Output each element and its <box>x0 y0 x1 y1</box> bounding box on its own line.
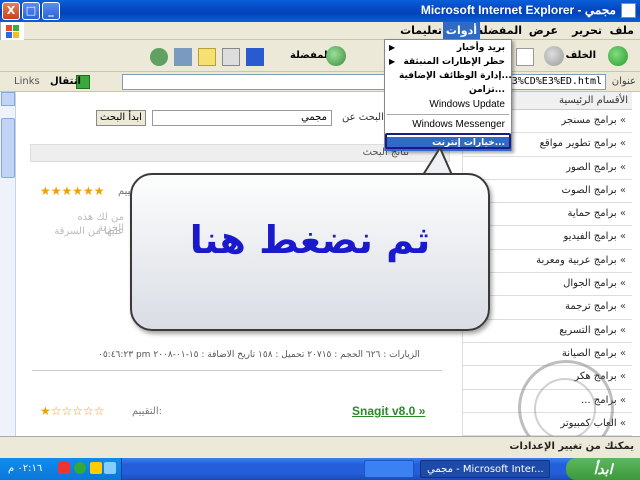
menu-separator <box>387 114 509 115</box>
status-text: يمكنك من تغيير الإعدادات <box>509 441 634 452</box>
tray-network-icon[interactable] <box>104 462 116 474</box>
menu-item-synchronize[interactable]: تزامن... <box>385 84 511 98</box>
submenu-arrow-icon: ▶ <box>389 57 396 66</box>
taskbar: ابدأ مجمي - Microsoft Inter... ٠٢:١٦ م <box>0 458 640 480</box>
task-ie-window[interactable]: مجمي - Microsoft Inter... <box>420 460 550 478</box>
sidebar-item-label: برامج الصور <box>566 161 617 173</box>
menu-item-popup-blocker[interactable]: ▶ حظر الإطارات المنبثقة <box>385 56 511 70</box>
forward-icon[interactable] <box>544 46 564 66</box>
menu-item-windows-messenger[interactable]: Windows Messenger <box>385 118 511 132</box>
sidebar-item[interactable]: » برامج التسريع <box>463 320 632 343</box>
messenger-icon[interactable] <box>150 48 168 66</box>
favorites-label: المفضلة <box>290 50 332 61</box>
bullet-arrow-icon: » <box>616 115 626 126</box>
bullet-arrow-icon: » <box>616 231 626 243</box>
item1-desc-line2: عليها من السرقة <box>54 226 124 237</box>
item1-rating-stars: ★★★★★★ <box>40 184 105 198</box>
menu-bar: ملف تحرير عرض المفضلة أدوات تعليمات <box>0 22 640 40</box>
bullet-arrow-icon: » <box>616 184 626 196</box>
word-icon[interactable] <box>246 48 264 66</box>
links-button[interactable]: Links <box>14 76 40 87</box>
bullet-arrow-icon: » <box>616 301 626 313</box>
sidebar-item-label: برامج الجوال <box>563 278 617 290</box>
sidebar-item-label: برامج ترجمة <box>565 301 617 313</box>
task-window-2[interactable] <box>364 460 414 478</box>
menu-favorites[interactable]: المفضلة <box>477 24 522 37</box>
research-icon[interactable] <box>174 48 192 66</box>
sidebar-item-label: برامج حماية <box>567 208 617 220</box>
sidebar-item[interactable]: » برامج الصور <box>463 157 632 180</box>
sidebar-item-label: برامج التسريع <box>559 324 617 336</box>
item1-meta: الزيارات : ٦٢٦ الحجم : ٢٠٧١٥ تحميل : ١٥٨… <box>98 350 420 360</box>
minimize-button[interactable]: _ <box>42 2 60 20</box>
history-icon[interactable] <box>326 46 346 66</box>
menu-file[interactable]: ملف <box>610 24 634 37</box>
sidebar-item-label: برامج عربية ومعربة <box>536 254 617 266</box>
ie-app-icon <box>621 3 636 18</box>
address-input[interactable]: E3%CD%E3%ED.html <box>122 74 606 90</box>
sidebar-item-label: برامج تطوير مواقع <box>539 138 617 150</box>
divider <box>32 370 442 371</box>
system-tray: ٠٢:١٦ م <box>0 458 122 480</box>
back-label: الخلف <box>565 50 596 61</box>
menu-view[interactable]: عرض <box>529 24 558 37</box>
menu-tools[interactable]: أدوات <box>442 22 480 39</box>
menu-item-windows-update[interactable]: Windows Update <box>385 98 511 112</box>
sidebar-item-label: برامج الصيانة <box>561 347 617 359</box>
status-bar: يمكنك من تغيير الإعدادات <box>0 436 640 458</box>
bullet-arrow-icon: » <box>616 138 626 150</box>
menu-edit[interactable]: تحرير <box>572 24 602 37</box>
address-bar: عنوان E3%CD%E3%ED.html انتقال Links <box>0 72 640 92</box>
bullet-arrow-icon: » <box>616 324 626 336</box>
menu-help[interactable]: تعليمات <box>400 24 442 37</box>
scroll-thumb[interactable] <box>1 118 15 178</box>
print-icon[interactable] <box>222 48 240 66</box>
clock: ٠٢:١٦ م <box>8 463 43 474</box>
search-input[interactable]: مجمي <box>152 110 332 126</box>
bullet-arrow-icon: » <box>616 208 626 220</box>
internet-options-highlight <box>385 133 511 149</box>
bullet-arrow-icon: » <box>616 347 626 359</box>
close-button[interactable]: X <box>2 2 20 20</box>
callout-text: ثم نضغط هنا <box>189 218 431 262</box>
bullet-arrow-icon: » <box>616 254 626 266</box>
tray-kaspersky-icon[interactable] <box>58 462 70 474</box>
address-label: عنوان <box>611 76 636 87</box>
mail-icon[interactable] <box>198 48 216 66</box>
bullet-arrow-icon: » <box>616 417 626 429</box>
stop-icon[interactable] <box>516 48 534 66</box>
item2-title-link[interactable]: Snagit v8.0 » <box>352 404 425 418</box>
submenu-arrow-icon: ▶ <box>389 43 396 52</box>
menu-item-mail-news[interactable]: ▶ بريد وأخبار <box>385 42 511 56</box>
menu-item-manage-addons[interactable]: إدارة الوظائف الإضافية... <box>385 70 512 84</box>
title-bar: X □ _ Microsoft Internet Explorer - مجمي <box>0 0 640 22</box>
scroll-up-icon[interactable] <box>1 92 15 106</box>
vertical-scrollbar[interactable] <box>0 92 16 458</box>
item2-rating-stars: ★☆☆☆☆☆ <box>40 404 105 418</box>
sidebar-item-label: برامج مسنجر <box>561 115 617 126</box>
go-button[interactable]: انتقال <box>50 76 81 87</box>
search-button[interactable]: ابدأ البحث <box>96 110 146 126</box>
sidebar-item-label: برامج الصوت <box>561 184 617 196</box>
back-icon[interactable] <box>608 46 628 66</box>
bullet-arrow-icon: » <box>616 278 626 290</box>
sidebar-item-label: برامج الفيديو <box>563 231 617 243</box>
window-title: Microsoft Internet Explorer - مجمي <box>420 3 616 17</box>
bullet-arrow-icon: » <box>616 371 626 383</box>
tray-messenger-icon[interactable] <box>74 462 86 474</box>
start-button[interactable]: ابدأ <box>566 458 640 480</box>
tray-volume-icon[interactable] <box>90 462 102 474</box>
maximize-button[interactable]: □ <box>22 2 40 20</box>
item2-rating-label: التقييم: <box>132 406 162 417</box>
bullet-arrow-icon: » <box>616 394 626 406</box>
search-row: ابدأ البحث مجمي البحث عن : <box>96 110 426 128</box>
watermark-inner-circle <box>534 378 596 440</box>
windows-logo-icon <box>0 22 24 40</box>
bullet-arrow-icon: » <box>616 161 626 173</box>
toolbar: الخلف المفضلة <box>0 40 640 72</box>
